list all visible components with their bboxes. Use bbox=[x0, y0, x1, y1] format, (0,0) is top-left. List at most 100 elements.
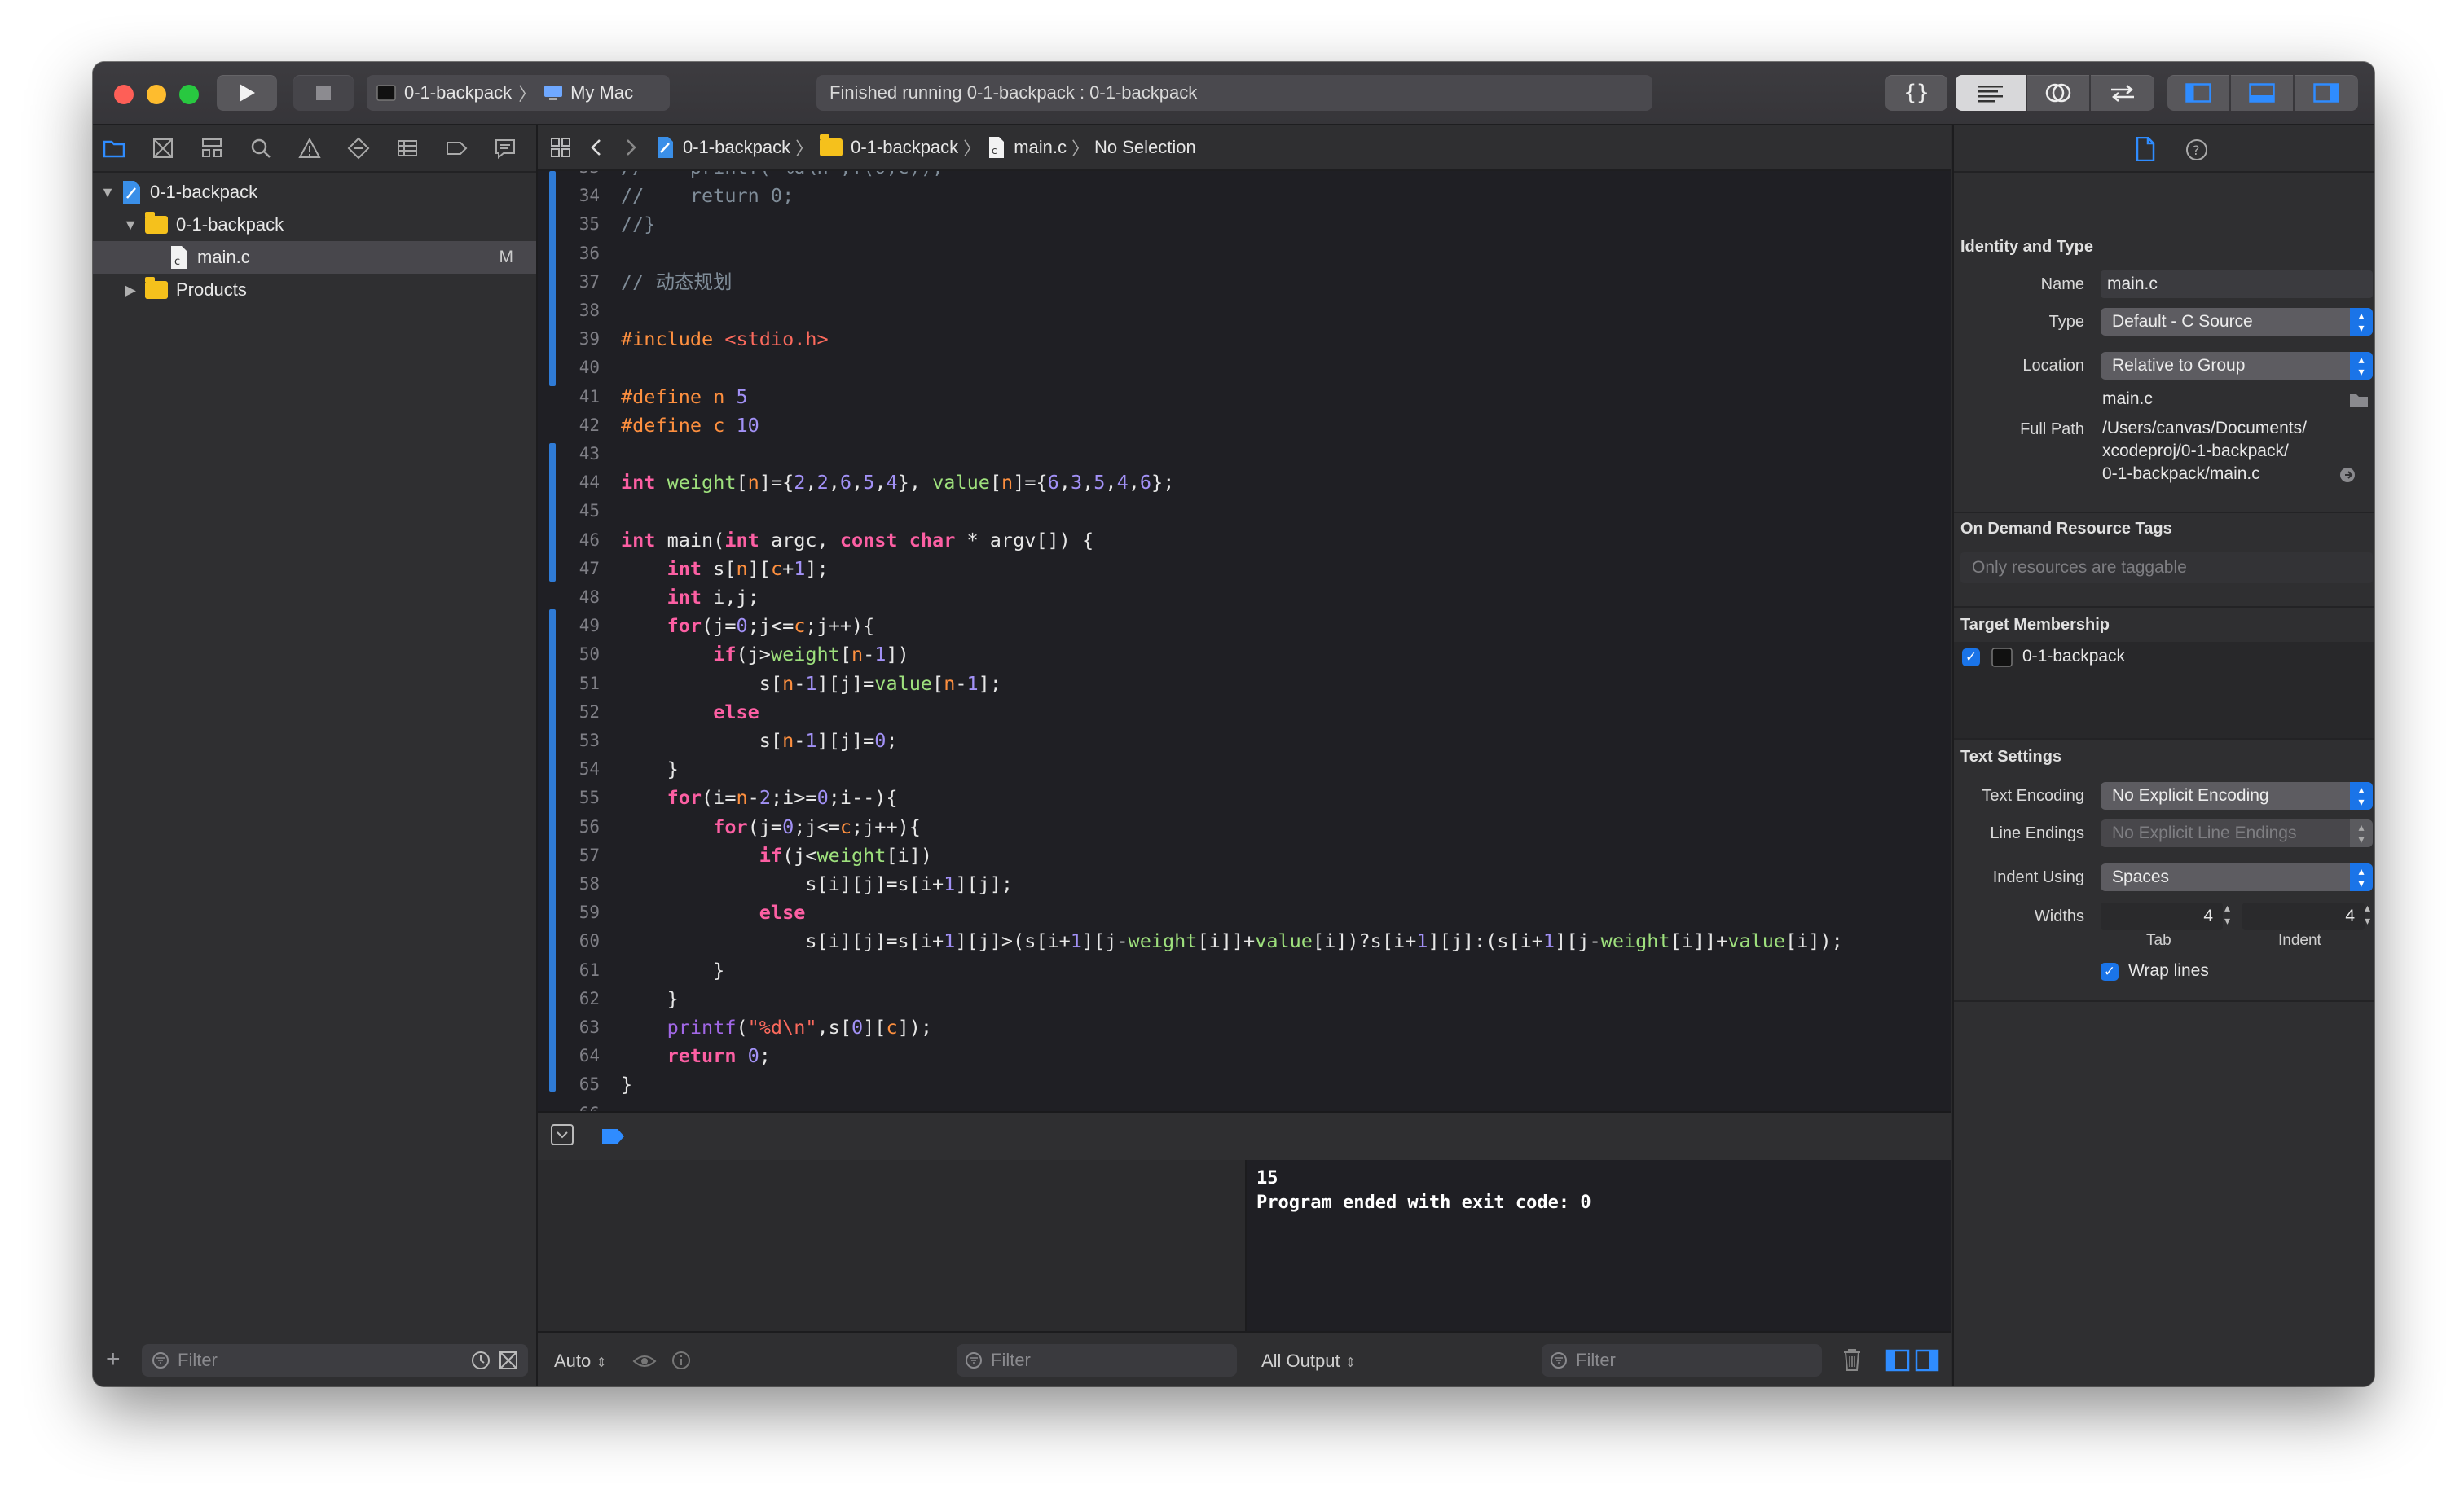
code-line[interactable]: 65} bbox=[538, 1070, 1951, 1098]
jump-crumb-selection[interactable]: No Selection bbox=[1094, 137, 1196, 158]
jump-crumb-file[interactable]: main.c bbox=[1014, 137, 1067, 158]
source-editor[interactable]: 33 // printf("%d\n",f(0,c)); 34 // return 0… bbox=[538, 171, 1951, 1111]
line-number[interactable]: 41 bbox=[561, 383, 600, 411]
line-number[interactable]: 61 bbox=[561, 956, 600, 984]
tree-item-group-folder[interactable]: ▼ 0-1-backpack bbox=[93, 209, 536, 241]
minimize-window-button[interactable] bbox=[147, 85, 166, 104]
line-number[interactable]: 57 bbox=[561, 841, 600, 869]
code-line[interactable]: 50 if(j>weight[n-1]) bbox=[538, 640, 1951, 668]
line-number[interactable]: 52 bbox=[561, 698, 600, 726]
tab-width-field[interactable]: 4 bbox=[2101, 903, 2223, 930]
variables-filter-field[interactable]: Filter bbox=[957, 1344, 1237, 1377]
code-line[interactable]: 47 int s[n][c+1]; bbox=[538, 555, 1951, 582]
line-number[interactable]: 43 bbox=[561, 440, 600, 468]
console-filter-field[interactable]: Filter bbox=[1542, 1344, 1822, 1377]
line-endings-popup[interactable]: No Explicit Line Endings ▴ ▾ bbox=[2101, 819, 2373, 847]
debug-navigator-icon[interactable] bbox=[396, 137, 419, 160]
line-number[interactable]: 45 bbox=[561, 497, 600, 525]
line-number[interactable]: 47 bbox=[561, 555, 600, 582]
line-number[interactable]: 44 bbox=[561, 468, 600, 496]
folder-navigator-icon[interactable] bbox=[103, 137, 125, 160]
line-number[interactable]: 60 bbox=[561, 927, 600, 955]
code-line[interactable]: 36 bbox=[538, 239, 1951, 267]
code-line[interactable]: 48 int i,j; bbox=[538, 583, 1951, 611]
variables-scope-popup[interactable]: Auto ⇕ bbox=[554, 1351, 607, 1372]
line-number[interactable]: 42 bbox=[561, 411, 600, 439]
indent-using-popup[interactable]: Spaces ▴ ▾ bbox=[2101, 863, 2373, 891]
folder-browse-icon[interactable] bbox=[2348, 391, 2369, 409]
code-line[interactable]: 57 if(j<weight[i]) bbox=[538, 841, 1951, 869]
line-number[interactable]: 54 bbox=[561, 755, 600, 783]
code-line[interactable]: 60 s[i][j]=s[i+1][j]>(s[i+1][j-weight[i]… bbox=[538, 927, 1951, 955]
line-number[interactable]: 39 bbox=[561, 325, 600, 353]
toggle-debug-area-button[interactable] bbox=[2231, 75, 2293, 111]
zoom-window-button[interactable] bbox=[179, 85, 199, 104]
disclosure-open-icon[interactable]: ▼ bbox=[98, 184, 117, 201]
code-line[interactable]: 42 #define c 10 bbox=[538, 411, 1951, 439]
code-line[interactable]: 55 for(i=n-2;i>=0;i--){ bbox=[538, 784, 1951, 811]
line-number[interactable]: 36 bbox=[561, 239, 600, 267]
line-number[interactable]: 51 bbox=[561, 670, 600, 697]
line-number[interactable]: 34 bbox=[561, 182, 600, 209]
code-line[interactable]: 64 return 0; bbox=[538, 1042, 1951, 1070]
scheme-selector[interactable]: 0-1-backpack 〉 My Mac bbox=[367, 75, 670, 111]
line-number[interactable]: 64 bbox=[561, 1042, 600, 1070]
line-number[interactable]: 49 bbox=[561, 612, 600, 639]
code-line[interactable]: 44 int weight[n]={2,2,6,5,4}, value[n]={6… bbox=[538, 468, 1951, 496]
code-line[interactable]: 58 s[i][j]=s[i+1][j]; bbox=[538, 870, 1951, 898]
tree-item-main-c[interactable]: c main.c M bbox=[93, 241, 536, 274]
location-popup[interactable]: Relative to Group ▴ ▾ bbox=[2101, 352, 2373, 380]
standard-editor-button[interactable] bbox=[1956, 75, 2026, 111]
code-line[interactable]: 38 bbox=[538, 297, 1951, 324]
line-number[interactable]: 53 bbox=[561, 727, 600, 754]
symbol-navigator-icon[interactable] bbox=[200, 137, 223, 160]
tab-width-stepper[interactable]: ▴ ▾ bbox=[2224, 901, 2230, 927]
reveal-in-finder-icon[interactable] bbox=[2339, 466, 2356, 484]
hide-debug-area-button[interactable] bbox=[551, 1124, 574, 1145]
code-line[interactable]: 61 } bbox=[538, 956, 1951, 984]
line-number[interactable]: 50 bbox=[561, 640, 600, 668]
indent-width-stepper[interactable]: ▴ ▾ bbox=[2365, 901, 2370, 927]
line-number[interactable]: 38 bbox=[561, 297, 600, 324]
tree-item-project[interactable]: ▼ 0-1-backpack bbox=[93, 176, 536, 209]
console-output-popup[interactable]: All Output ⇕ bbox=[1261, 1351, 1356, 1372]
wrap-lines-checkbox[interactable]: ✓ bbox=[2101, 963, 2119, 981]
code-line[interactable]: 45 bbox=[538, 497, 1951, 525]
tree-item-products[interactable]: ▶ Products bbox=[93, 274, 536, 306]
line-number[interactable]: 62 bbox=[561, 985, 600, 1013]
indent-width-field[interactable]: 4 bbox=[2242, 903, 2365, 930]
code-line[interactable]: 52 else bbox=[538, 698, 1951, 726]
issue-navigator-icon[interactable] bbox=[298, 137, 321, 160]
code-line[interactable]: 59 else bbox=[538, 898, 1951, 926]
code-line[interactable]: 56 for(j=0;j<=c;j++){ bbox=[538, 813, 1951, 841]
line-number[interactable]: 48 bbox=[561, 583, 600, 611]
line-number[interactable]: 35 bbox=[561, 210, 600, 238]
toggle-inspector-button[interactable] bbox=[2295, 75, 2358, 111]
breakpoint-toggle-icon[interactable] bbox=[601, 1127, 626, 1145]
line-number[interactable]: 63 bbox=[561, 1013, 600, 1041]
breakpoint-navigator-icon[interactable] bbox=[445, 137, 468, 160]
show-console-view-icon[interactable] bbox=[1915, 1349, 1939, 1372]
line-number[interactable]: 55 bbox=[561, 784, 600, 811]
code-line[interactable]: 33 // printf("%d\n",f(0,c)); bbox=[538, 171, 1951, 181]
assistant-editor-button[interactable] bbox=[2027, 75, 2089, 111]
back-arrow-icon[interactable] bbox=[588, 138, 605, 157]
line-number[interactable]: 40 bbox=[561, 354, 600, 381]
code-line[interactable]: 34 // return 0; bbox=[538, 182, 1951, 209]
source-control-navigator-icon[interactable] bbox=[152, 137, 174, 160]
quick-help-icon[interactable]: ? bbox=[2185, 138, 2208, 161]
add-file-icon[interactable]: + bbox=[106, 1346, 121, 1373]
disclosure-closed-icon[interactable]: ▶ bbox=[121, 282, 140, 299]
close-window-button[interactable] bbox=[114, 85, 134, 104]
name-field[interactable]: main.c bbox=[2101, 270, 2373, 298]
code-line[interactable]: 40 bbox=[538, 354, 1951, 381]
target-checkbox[interactable]: ✓ bbox=[1962, 648, 1980, 666]
line-number[interactable]: 59 bbox=[561, 898, 600, 926]
code-line[interactable]: 62 } bbox=[538, 985, 1951, 1013]
line-number[interactable]: 65 bbox=[561, 1070, 600, 1098]
find-navigator-icon[interactable] bbox=[249, 137, 272, 160]
jump-crumb-group[interactable]: 0-1-backpack bbox=[851, 137, 958, 158]
odr-tags-field[interactable]: Only resources are taggable bbox=[1960, 552, 2373, 583]
code-line[interactable]: 53 s[n-1][j]=0; bbox=[538, 727, 1951, 754]
line-number[interactable]: 56 bbox=[561, 813, 600, 841]
